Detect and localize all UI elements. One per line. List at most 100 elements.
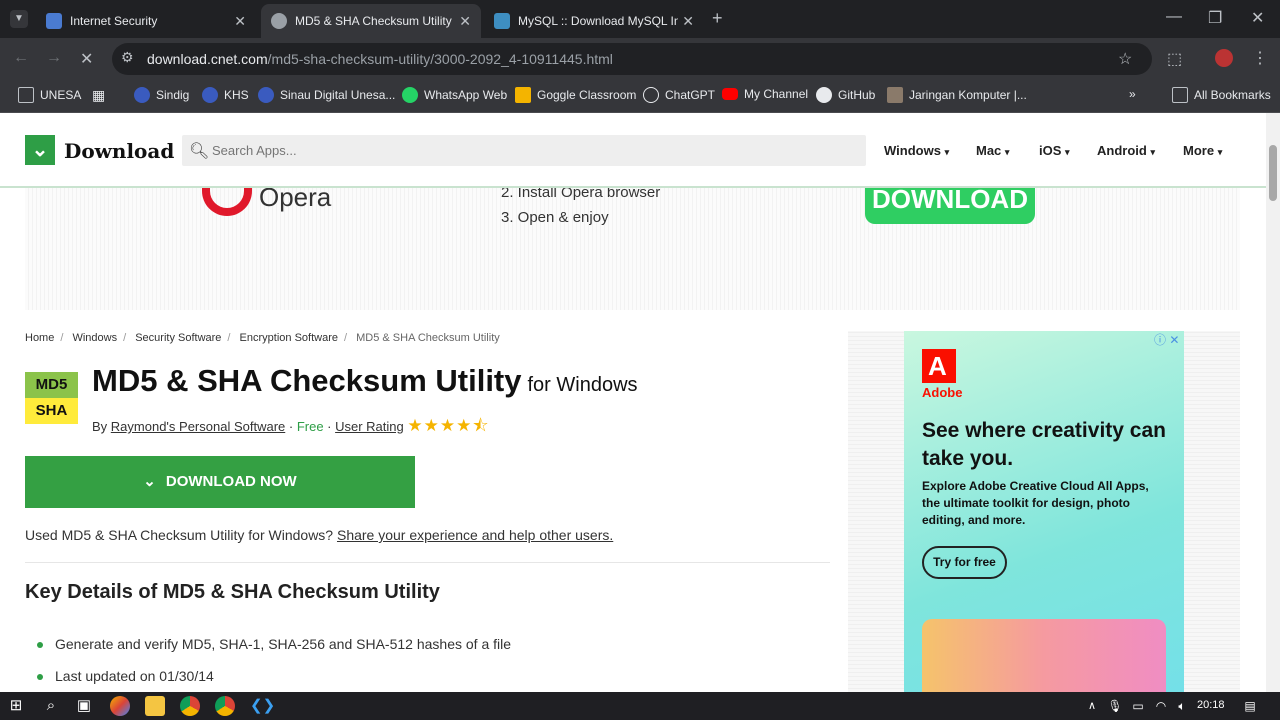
- bookmark-sinau[interactable]: Sinau Digital Unesa...: [258, 87, 395, 103]
- all-bookmarks[interactable]: All Bookmarks: [1172, 87, 1271, 103]
- download-logo-icon[interactable]: ⌄: [25, 135, 55, 165]
- nav-mac[interactable]: Mac ▾: [976, 143, 1009, 158]
- tab-title: MD5 & SHA Checksum Utility f: [295, 14, 455, 28]
- address-bar[interactable]: ⚙ download.cnet.com/md5-sha-checksum-uti…: [112, 43, 1152, 75]
- nav-windows[interactable]: Windows ▾: [884, 143, 949, 158]
- more-bookmarks-icon[interactable]: »: [1129, 87, 1136, 101]
- bookmark-unesa[interactable]: UNESA: [18, 87, 81, 103]
- bookmark-khs[interactable]: KHS: [202, 87, 249, 103]
- publisher-link[interactable]: Raymond's Personal Software: [111, 419, 285, 434]
- nav-android[interactable]: Android ▾: [1097, 143, 1155, 158]
- divider: [25, 562, 830, 563]
- bookmark-chatgpt[interactable]: ChatGPT: [643, 87, 715, 103]
- used-text: Used MD5 & SHA Checksum Utility for Wind…: [25, 527, 334, 543]
- search-box[interactable]: 🔍︎: [182, 135, 866, 166]
- adobe-logo-icon: A: [922, 349, 956, 383]
- tray-chevron-icon[interactable]: ∧: [1082, 696, 1102, 716]
- tab-mysql[interactable]: MySQL :: Download MySQL Insta ✕: [484, 4, 704, 38]
- bookmark-sindig[interactable]: Sindig: [134, 87, 189, 103]
- bookmark-label: My Channel: [744, 87, 809, 101]
- bullet-icon: [37, 642, 43, 649]
- breadcrumb: Home / Windows / Security Software / Encryp…: [25, 332, 500, 344]
- bookmark-github[interactable]: GitHub: [816, 87, 875, 103]
- notification-icon[interactable]: ▤: [1240, 696, 1260, 716]
- file-explorer-icon[interactable]: [145, 696, 165, 716]
- bookmark-my-channel[interactable]: My Channel: [722, 87, 808, 101]
- chevron-down-icon: ▾: [944, 147, 950, 157]
- adobe-ad[interactable]: A Adobe See where creativity can take yo…: [904, 331, 1184, 692]
- tab-md5-sha[interactable]: MD5 & SHA Checksum Utility f ✕: [261, 4, 481, 38]
- apps-grid-icon[interactable]: ▦: [92, 87, 105, 104]
- new-tab-icon[interactable]: +: [712, 8, 723, 29]
- forward-icon[interactable]: →: [46, 49, 62, 67]
- taskbar-clock[interactable]: 20:18: [1197, 699, 1225, 711]
- extensions-icon[interactable]: ⬚: [1167, 49, 1182, 69]
- close-window-icon[interactable]: ✕: [1251, 8, 1264, 28]
- back-icon[interactable]: ←: [13, 49, 29, 67]
- web-page: ⌄ Download 🔍︎ Windows ▾ Mac ▾ iOS ▾ Andr…: [0, 113, 1266, 692]
- vscode-icon[interactable]: ❮❯: [250, 696, 275, 716]
- download-now-button[interactable]: ⌄ DOWNLOAD NOW: [25, 456, 415, 508]
- bookmark-label: WhatsApp Web: [424, 88, 508, 102]
- menu-icon[interactable]: ⋮: [1252, 48, 1268, 68]
- banner-step: 3. Open & enjoy: [501, 209, 609, 226]
- bookmark-whatsapp[interactable]: WhatsApp Web: [402, 87, 507, 103]
- site-info-icon[interactable]: ⚙: [121, 49, 134, 66]
- bookmark-star-icon[interactable]: ☆: [1118, 49, 1132, 69]
- by-label: By: [92, 419, 108, 434]
- chevron-down-icon: ▾: [1065, 147, 1070, 157]
- windows-start-icon[interactable]: ⊞: [6, 696, 26, 716]
- breadcrumb-home[interactable]: Home: [25, 332, 54, 344]
- nav-ios[interactable]: iOS ▾: [1039, 143, 1070, 158]
- nav-more[interactable]: More ▾: [1183, 143, 1222, 158]
- chrome-active-icon[interactable]: [215, 696, 235, 716]
- stop-icon[interactable]: ✕: [80, 49, 93, 69]
- site-logo-text[interactable]: Download: [64, 139, 174, 163]
- mysql-favicon-icon: [494, 13, 510, 29]
- close-tab-icon[interactable]: ✕: [234, 13, 246, 30]
- microphone-icon[interactable]: 🎙︎: [1105, 696, 1125, 716]
- scroll-thumb[interactable]: [1269, 145, 1277, 201]
- site-header: ⌄ Download 🔍︎ Windows ▾ Mac ▾ iOS ▾ Andr…: [0, 113, 1266, 188]
- breadcrumb-security-software[interactable]: Security Software: [135, 332, 221, 344]
- bookmark-label: GitHub: [838, 88, 876, 102]
- share-experience-link[interactable]: Share your experience and help other use…: [337, 527, 613, 543]
- minimize-icon[interactable]: —: [1166, 8, 1182, 26]
- ad-info-close-icon[interactable]: ⓘ ✕: [1154, 331, 1179, 348]
- page-scrollbar[interactable]: [1266, 113, 1280, 692]
- search-icon[interactable]: ⌕: [41, 696, 61, 716]
- list-item: Generate and verify MD5, SHA-1, SHA-256 …: [37, 636, 511, 652]
- whatsapp-icon: [402, 87, 418, 103]
- chevron-down-icon: ▾: [1150, 147, 1155, 157]
- try-for-free-button[interactable]: Try for free: [922, 546, 1007, 579]
- opera-ad-banner[interactable]: Opera 2. Install Opera browser 3. Open &…: [25, 182, 1240, 310]
- task-view-icon[interactable]: ▣: [74, 696, 94, 716]
- browser-toolbar: ← → ✕ ⚙ download.cnet.com/md5-sha-checks…: [0, 38, 1280, 80]
- used-prompt: Used MD5 & SHA Checksum Utility for Wind…: [25, 527, 613, 543]
- breadcrumb-windows[interactable]: Windows: [72, 332, 117, 344]
- bookmark-label: UNESA: [40, 88, 82, 102]
- maximize-icon[interactable]: ❐: [1208, 8, 1222, 28]
- copilot-icon[interactable]: [110, 696, 130, 716]
- wifi-icon[interactable]: ◠: [1151, 696, 1171, 716]
- bookmark-classroom[interactable]: Goggle Classroom: [515, 87, 636, 103]
- breadcrumb-current: MD5 & SHA Checksum Utility: [356, 332, 500, 344]
- tab-list-icon[interactable]: ▼: [10, 10, 28, 28]
- user-rating-link[interactable]: User Rating: [335, 419, 404, 434]
- opera-download-button[interactable]: DOWNLOAD: [865, 186, 1035, 224]
- search-input[interactable]: [212, 135, 852, 166]
- breadcrumb-encryption-software[interactable]: Encryption Software: [240, 332, 338, 344]
- bookmark-jaringan[interactable]: Jaringan Komputer |...: [887, 87, 1027, 103]
- close-tab-icon[interactable]: ✕: [682, 13, 694, 30]
- volume-icon[interactable]: 🔈︎: [1172, 696, 1192, 716]
- cnet-favicon-icon: [271, 13, 287, 29]
- bookmark-label: All Bookmarks: [1194, 88, 1271, 102]
- chrome-icon[interactable]: [180, 696, 200, 716]
- unesa-icon: [202, 87, 218, 103]
- key-details-title: Key Details of MD5 & SHA Checksum Utilit…: [25, 581, 440, 603]
- tab-internet-security[interactable]: Internet Security ✕: [36, 4, 256, 38]
- profile-avatar[interactable]: [1215, 49, 1233, 67]
- close-tab-icon[interactable]: ✕: [459, 13, 471, 30]
- battery-icon[interactable]: ▭: [1128, 696, 1148, 716]
- bookmark-label: Sinau Digital Unesa...: [280, 88, 396, 102]
